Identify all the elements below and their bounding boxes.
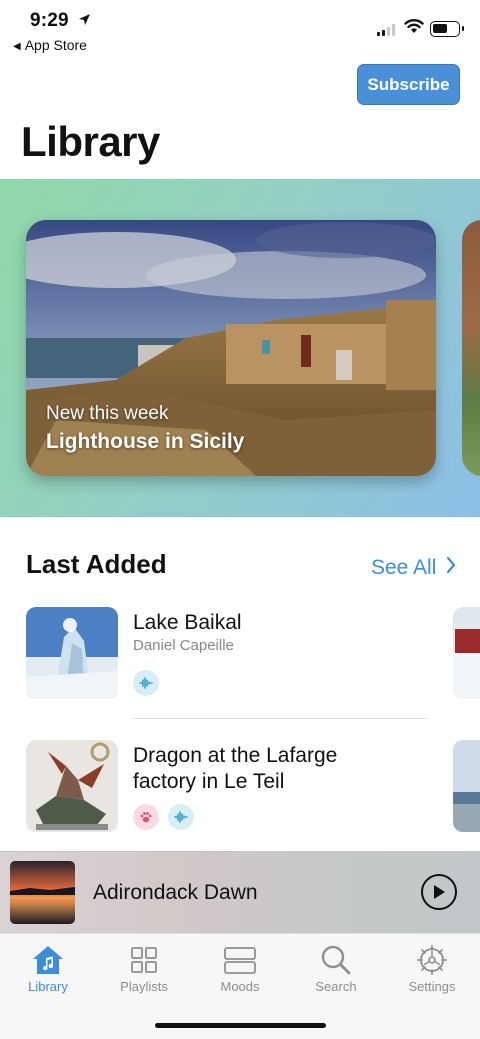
tab-label: Playlists: [120, 979, 168, 994]
search-icon: [321, 945, 351, 975]
tab-search[interactable]: Search: [288, 944, 384, 994]
tab-label: Library: [28, 979, 68, 994]
featured-kicker: New this week: [46, 403, 169, 424]
section-title: Last Added: [26, 549, 167, 579]
subscribe-button[interactable]: Subscribe: [357, 64, 460, 105]
chevron-right-icon: [446, 556, 456, 580]
play-icon: [434, 885, 445, 899]
item-thumbnail: [26, 607, 118, 699]
item-title-line2: factory in Le Teil: [133, 770, 285, 793]
home-indicator[interactable]: [155, 1023, 326, 1028]
see-all-link[interactable]: See All: [371, 556, 456, 580]
now-playing-bar[interactable]: Adirondack Dawn: [0, 851, 480, 933]
item-author: Daniel Capeille: [133, 637, 234, 654]
tab-label: Moods: [220, 979, 260, 994]
back-triangle-icon: ◀: [13, 41, 21, 52]
grid-icon: [131, 947, 157, 973]
tab-label: Search: [315, 979, 357, 994]
list-divider: [133, 718, 428, 719]
featured-card-next[interactable]: [462, 220, 480, 476]
list-item[interactable]: Dragon at the Lafarge factory in Le Teil: [26, 740, 456, 832]
paw-icon: [133, 804, 159, 830]
tab-library[interactable]: Library: [0, 944, 96, 994]
play-button[interactable]: [421, 874, 457, 910]
next-item-thumbnail[interactable]: [453, 607, 480, 699]
tab-playlists[interactable]: Playlists: [96, 944, 192, 994]
list-item[interactable]: Lake Baikal Daniel Capeille: [26, 607, 456, 699]
page-title: Library: [21, 118, 160, 165]
tab-label: Settings: [408, 979, 456, 994]
cellular-signal-icon: [377, 24, 395, 36]
ambient-icon: [133, 670, 159, 696]
see-all-label: See All: [371, 556, 437, 579]
now-playing-artwork: [10, 861, 75, 924]
tab-settings[interactable]: Settings: [384, 944, 480, 994]
wifi-icon: [404, 18, 424, 39]
next-item-thumbnail[interactable]: [453, 740, 480, 832]
tab-moods[interactable]: Moods: [192, 944, 288, 994]
time-label: 9:29: [30, 10, 69, 31]
location-arrow-icon: [78, 10, 91, 32]
library-home-icon: [33, 946, 63, 974]
battery-icon: [430, 21, 464, 37]
status-bar: 9:29 ◀ App Store: [0, 0, 480, 60]
item-thumbnail: [26, 740, 118, 832]
ambient-icon: [168, 804, 194, 830]
moods-icon: [224, 947, 256, 974]
now-playing-title: Adirondack Dawn: [93, 881, 258, 904]
featured-carousel[interactable]: New this week Lighthouse in Sicily: [0, 179, 480, 517]
featured-title: Lighthouse in Sicily: [46, 430, 245, 453]
gear-icon: [417, 945, 447, 975]
status-time: 9:29: [30, 10, 91, 32]
item-title-line1: Dragon at the Lafarge: [133, 744, 338, 767]
item-title: Lake Baikal: [133, 611, 242, 634]
featured-card[interactable]: New this week Lighthouse in Sicily: [26, 220, 436, 476]
back-to-app-link[interactable]: ◀ App Store: [13, 37, 87, 53]
back-app-label: App Store: [24, 37, 87, 53]
